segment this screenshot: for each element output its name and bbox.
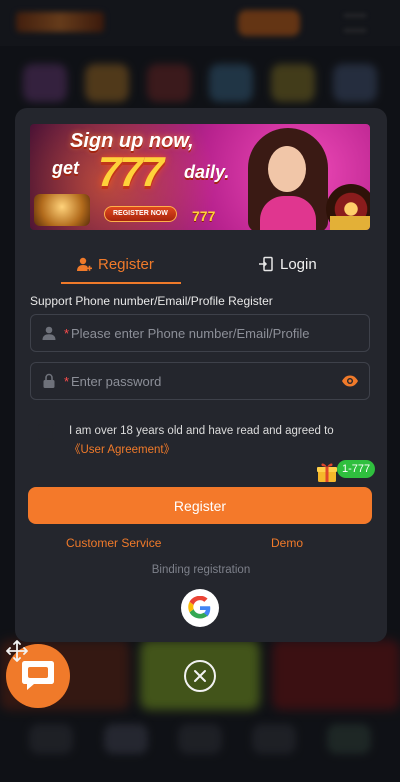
agreement-checkbox[interactable] — [38, 424, 54, 440]
add-user-icon — [77, 257, 92, 271]
close-icon — [194, 670, 206, 682]
tab-register[interactable]: Register — [76, 244, 154, 284]
chat-bubble-icon — [22, 661, 54, 690]
banner-daily-text: daily. — [184, 162, 230, 182]
footer-links: Customer Service Demo — [30, 536, 370, 552]
user-agreement-link[interactable]: 《User Agreement》 — [69, 444, 175, 456]
register-button[interactable]: Register — [28, 487, 372, 524]
agreement-label: I am over 18 years old and have read and… — [69, 425, 334, 437]
user-icon — [42, 326, 56, 340]
active-tab-underline — [61, 282, 181, 284]
login-door-icon — [259, 256, 273, 272]
customer-service-link[interactable]: Customer Service — [66, 536, 161, 550]
banner-777: 777 — [98, 148, 164, 195]
gift-amount-tag: 1-777 — [337, 460, 376, 478]
tab-register-label: Register — [98, 255, 154, 273]
support-text: Support Phone number/Email/Profile Regis… — [30, 294, 273, 308]
banner-get-text: get — [52, 158, 79, 178]
banner-slot-777: 777 — [192, 208, 216, 224]
google-icon — [188, 596, 211, 619]
demo-link[interactable]: Demo — [271, 536, 303, 550]
gift-icon — [317, 463, 337, 482]
eye-icon[interactable] — [341, 373, 359, 389]
binding-registration-label: Binding registration — [151, 564, 251, 576]
banner-register-now-button[interactable]: REGISTER NOW — [104, 206, 177, 222]
password-placeholder: Enter password — [71, 374, 162, 389]
phone-placeholder: Please enter Phone number/Email/Profile — [71, 326, 310, 341]
tab-login[interactable]: Login — [258, 244, 317, 284]
required-mark: * — [64, 326, 70, 341]
google-login-button[interactable] — [181, 589, 219, 627]
move-icon[interactable] — [6, 640, 28, 662]
promo-banner[interactable]: Sign up now, get 777 daily. REGISTER NOW… — [30, 124, 370, 230]
lock-icon — [43, 373, 55, 388]
tab-login-label: Login — [280, 255, 317, 273]
password-input[interactable]: * Enter password — [30, 362, 370, 400]
banner-gift-image — [330, 216, 370, 230]
agreement-text: I am over 18 years old and have read and… — [69, 422, 369, 460]
register-modal: Sign up now, get 777 daily. REGISTER NOW… — [15, 108, 387, 642]
auth-tabs: Register Login — [30, 244, 370, 284]
treasure-chest-image — [34, 194, 90, 226]
phone-email-input[interactable]: * Please enter Phone number/Email/Profil… — [30, 314, 370, 352]
close-modal-button[interactable] — [184, 660, 216, 692]
required-mark: * — [64, 374, 70, 389]
